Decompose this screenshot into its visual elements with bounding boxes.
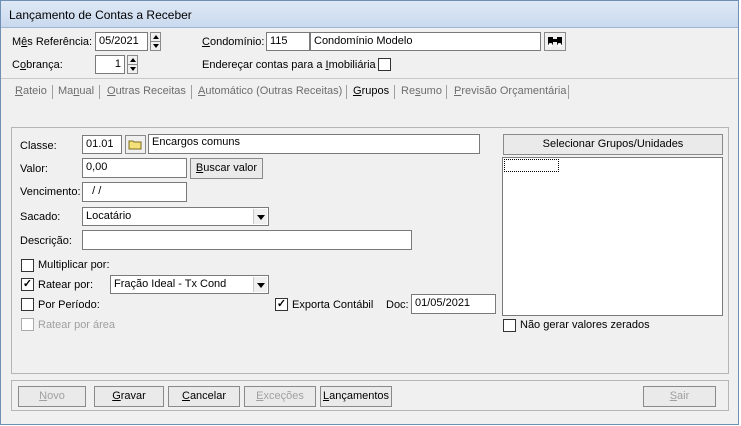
spin-down-icon[interactable] — [128, 65, 137, 74]
buscar-valor-button[interactable]: Buscar valor — [190, 158, 263, 179]
descricao-label: Descrição: — [20, 235, 72, 247]
tab-automatico[interactable]: Automático (Outras Receitas) — [198, 84, 342, 101]
valor-input[interactable]: 0,00 — [82, 158, 187, 178]
cobranca-input[interactable]: 1 — [95, 55, 125, 74]
enderecar-checkbox[interactable] — [378, 58, 391, 71]
periodo-label: Por Período: — [38, 299, 100, 311]
doc-input[interactable]: 01/05/2021 — [411, 294, 496, 314]
tab-separator — [446, 85, 447, 99]
condominio-code-input[interactable]: 115 — [266, 32, 310, 51]
selecionar-grupos-button[interactable]: Selecionar Grupos/Unidades — [503, 134, 723, 155]
grupos-list[interactable] — [502, 157, 723, 316]
nao-gerar-checkbox[interactable] — [503, 319, 516, 332]
tab-separator — [191, 85, 192, 99]
condominio-name-input[interactable]: Condomínio Modelo — [310, 32, 541, 51]
doc-label: Doc: — [386, 299, 409, 311]
tab-resumo[interactable]: Resumo — [401, 84, 442, 101]
exporta-contabil-checkbox[interactable]: ✓ — [275, 298, 288, 311]
gravar-button[interactable]: Gravar — [94, 386, 164, 407]
chevron-down-icon[interactable] — [253, 209, 267, 224]
periodo-checkbox[interactable] — [21, 298, 34, 311]
nao-gerar-label: Não gerar valores zerados — [520, 319, 650, 331]
ratear-area-label: Ratear por área — [38, 319, 116, 331]
excecoes-button[interactable]: Exceções — [244, 386, 316, 407]
spin-up-icon[interactable] — [128, 56, 137, 65]
title-bar: Lançamento de Contas a Receber — [1, 1, 738, 28]
spin-down-icon[interactable] — [151, 42, 160, 51]
ratear-checkbox[interactable]: ✓ — [21, 278, 34, 291]
mes-referencia-input[interactable]: 05/2021 — [95, 32, 148, 51]
cobranca-label: Cobrança: — [12, 59, 63, 71]
sacado-select[interactable]: Locatário — [82, 207, 269, 226]
tab-separator — [568, 85, 569, 99]
multiplicar-label: Multiplicar por: — [38, 259, 110, 271]
mes-referencia-spinner[interactable] — [150, 32, 161, 51]
cancelar-button[interactable]: Cancelar — [168, 386, 240, 407]
binoculars-icon[interactable] — [544, 32, 566, 51]
spin-up-icon[interactable] — [151, 33, 160, 42]
lancamentos-button[interactable]: Lançamentos — [320, 386, 392, 407]
window-title: Lançamento de Contas a Receber — [9, 8, 192, 22]
enderecar-label: Endereçar contas para a Imobiliária — [202, 59, 376, 71]
vencimento-input[interactable]: / / — [82, 182, 187, 202]
tab-separator — [394, 85, 395, 99]
sair-button[interactable]: Sair — [643, 386, 716, 407]
list-focus-item[interactable] — [504, 159, 559, 172]
tab-manual[interactable]: Manual — [58, 84, 94, 101]
classe-desc-input[interactable]: Encargos comuns — [148, 134, 480, 154]
tab-rateio[interactable]: Rateio — [15, 84, 47, 101]
tab-separator — [346, 85, 347, 99]
valor-label: Valor: — [20, 163, 48, 175]
cobranca-spinner[interactable] — [127, 55, 138, 74]
multiplicar-checkbox[interactable] — [21, 259, 34, 272]
ratear-label: Ratear por: — [38, 279, 94, 291]
mes-referencia-label: Mês Referência: — [12, 36, 93, 48]
chevron-down-icon[interactable] — [253, 277, 267, 292]
app-window: Lançamento de Contas a Receber Mês Refer… — [0, 0, 739, 425]
sacado-label: Sacado: — [20, 211, 61, 223]
exporta-contabil-label: Exporta Contábil — [292, 299, 374, 311]
sacado-selected: Locatário — [86, 210, 132, 222]
vencimento-label: Vencimento: — [20, 186, 81, 198]
novo-button[interactable]: Novo — [18, 386, 86, 407]
classe-code-input[interactable]: 01.01 — [82, 135, 122, 154]
tab-separator — [52, 85, 53, 99]
folder-icon[interactable] — [125, 135, 146, 154]
tab-grupos[interactable]: Grupos — [353, 84, 389, 101]
ratear-selected: Fração Ideal - Tx Cond — [114, 278, 227, 290]
header-divider — [1, 78, 738, 79]
tab-previsao-orcamentaria[interactable]: Previsão Orçamentária — [454, 84, 567, 101]
tab-separator — [99, 85, 100, 99]
classe-label: Classe: — [20, 140, 57, 152]
condominio-label: Condomínio: — [202, 36, 265, 48]
descricao-input[interactable] — [82, 230, 412, 250]
tab-outras-receitas[interactable]: Outras Receitas — [107, 84, 186, 101]
ratear-select[interactable]: Fração Ideal - Tx Cond — [110, 275, 269, 294]
ratear-area-checkbox[interactable] — [21, 318, 34, 331]
